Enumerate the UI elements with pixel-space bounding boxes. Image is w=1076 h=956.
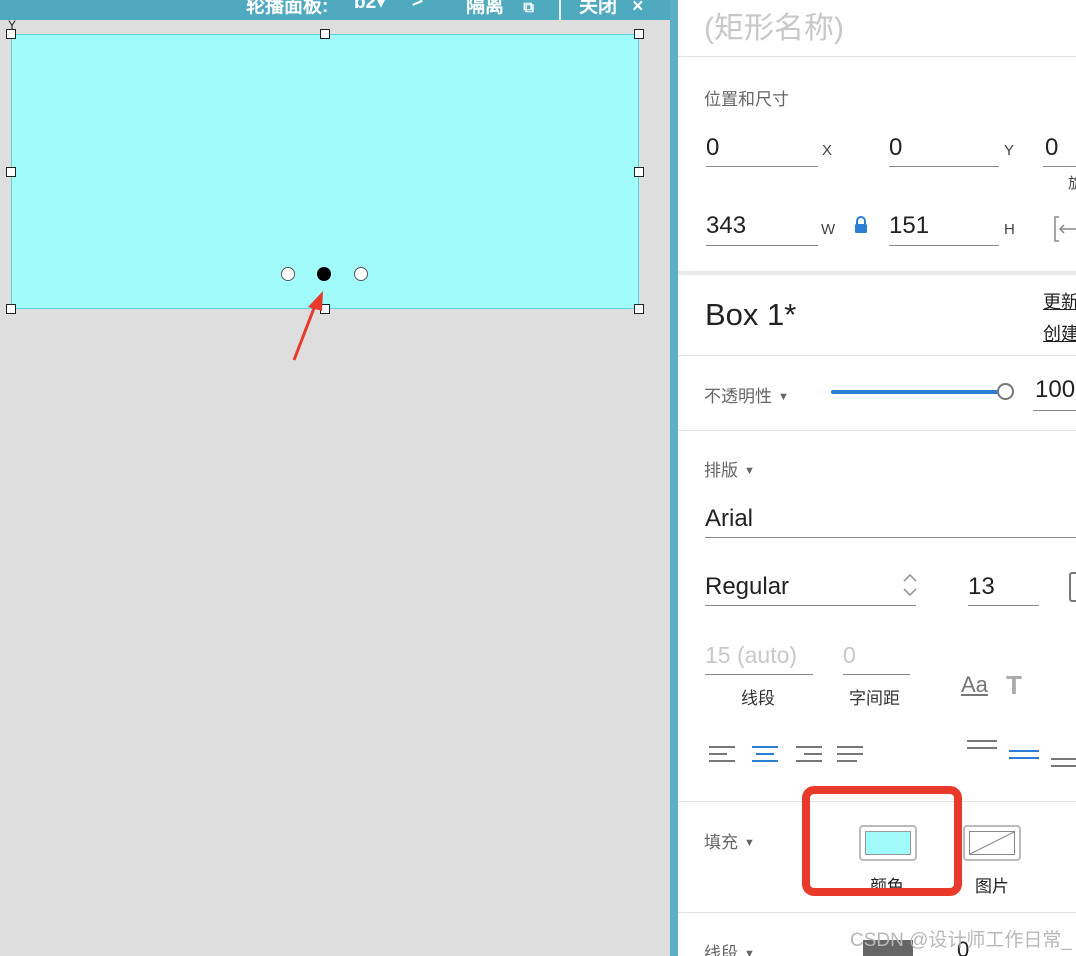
chevron-down-icon: ▾ xyxy=(376,0,386,13)
x-field[interactable]: 0 xyxy=(706,134,719,162)
align-justify-icon[interactable] xyxy=(837,746,863,766)
opacity-slider-thumb[interactable] xyxy=(997,383,1014,400)
border-label: 线段 xyxy=(704,944,738,956)
fill-image-label: 图片 xyxy=(975,877,1009,896)
y-field[interactable]: 0 xyxy=(889,134,902,162)
stepper-icon[interactable] xyxy=(902,571,918,599)
rotation-field-underline xyxy=(1043,166,1076,167)
pagination-dot[interactable] xyxy=(281,267,295,281)
close-button[interactable]: 关闭 × xyxy=(579,0,643,18)
x-field-underline xyxy=(706,166,818,167)
fill-image-swatch[interactable] xyxy=(963,825,1021,861)
panel-divider[interactable] xyxy=(670,0,678,956)
section-divider xyxy=(678,430,1076,431)
caret-down-icon: ▼ xyxy=(778,391,789,403)
image-placeholder-icon xyxy=(969,831,1015,855)
y-field-underline xyxy=(889,166,999,167)
letter-spacing-label: 字间距 xyxy=(849,689,900,708)
fit-to-content-icon[interactable] xyxy=(1054,216,1076,242)
height-field[interactable]: 151 xyxy=(889,212,929,240)
line-spacing-label: 线段 xyxy=(741,689,775,708)
border-dropdown[interactable]: 线段 ▼ xyxy=(704,939,755,956)
font-color-icon[interactable] xyxy=(1069,572,1076,602)
create-style-link[interactable]: 创建 xyxy=(1043,320,1076,346)
resize-handle-right[interactable] xyxy=(634,167,644,177)
align-bottom-icon[interactable] xyxy=(1051,758,1076,778)
width-field-underline xyxy=(706,245,818,246)
section-divider xyxy=(678,56,1076,57)
height-field-underline xyxy=(889,245,999,246)
annotation-highlight-box xyxy=(802,786,962,896)
typography-dropdown[interactable]: 排版 ▼ xyxy=(704,456,755,481)
resize-handle-bottom-left[interactable] xyxy=(6,304,16,314)
font-size-field[interactable]: 13 xyxy=(968,573,995,601)
external-link-icon: ⧉ xyxy=(523,0,535,16)
close-label: 关闭 xyxy=(579,0,618,17)
rotation-label: 旋 xyxy=(1068,175,1076,192)
typography-label: 排版 xyxy=(704,461,738,480)
resize-handle-top-left[interactable] xyxy=(6,29,16,39)
resize-handle-bottom-right[interactable] xyxy=(634,304,644,314)
align-middle-icon[interactable] xyxy=(1009,750,1039,770)
opacity-label: 不透明性 xyxy=(704,387,772,406)
line-spacing-underline xyxy=(705,674,813,675)
opacity-value-underline xyxy=(1033,410,1076,411)
width-field[interactable]: 343 xyxy=(706,212,746,240)
letter-spacing-underline xyxy=(843,674,910,675)
resize-handle-top[interactable] xyxy=(320,29,330,39)
font-weight-underline xyxy=(705,605,916,606)
x-label: X xyxy=(822,142,833,159)
align-top-icon[interactable] xyxy=(967,740,997,760)
pagination-dot-active[interactable] xyxy=(317,267,331,281)
isolate-label: 隔离 xyxy=(466,0,505,17)
letter-spacing-field[interactable]: 0 xyxy=(843,642,856,669)
height-label: H xyxy=(1004,221,1015,238)
section-divider xyxy=(678,912,1076,913)
state-dropdown[interactable]: b2▾ xyxy=(354,0,386,14)
opacity-slider-track[interactable] xyxy=(831,390,1007,394)
fill-dropdown[interactable]: 填充 ▼ xyxy=(704,828,755,853)
style-name[interactable]: Box 1* xyxy=(705,297,796,333)
align-left-icon[interactable] xyxy=(709,746,735,766)
opacity-dropdown[interactable]: 不透明性 ▼ xyxy=(704,382,789,407)
panel-label: 轮播面板: xyxy=(246,0,329,17)
caret-down-icon: ▼ xyxy=(744,465,755,477)
font-weight-select[interactable]: Regular xyxy=(705,573,789,601)
lock-icon[interactable] xyxy=(854,216,868,234)
align-right-icon[interactable] xyxy=(796,746,822,766)
width-label: W xyxy=(821,221,836,238)
pagination-dot[interactable] xyxy=(354,267,368,281)
canvas-area[interactable]: 轮播面板: b2▾ > 隔离 ⧉ 关闭 × Y xyxy=(0,0,670,956)
fill-label: 填充 xyxy=(704,833,738,852)
dynamic-panel-toolbar: 轮播面板: b2▾ > 隔离 ⧉ 关闭 × xyxy=(0,0,670,20)
font-size-underline xyxy=(968,605,1039,606)
opacity-value[interactable]: 100 xyxy=(1035,376,1075,404)
align-center-icon[interactable] xyxy=(752,746,778,766)
state-name: b2 xyxy=(354,0,377,13)
shape-name-input[interactable]: (矩形名称) xyxy=(704,3,844,47)
close-icon: × xyxy=(632,0,644,17)
resize-handle-top-right[interactable] xyxy=(634,29,644,39)
prev-next-arrow-icon[interactable]: > xyxy=(412,0,423,13)
font-family-underline xyxy=(705,537,1076,538)
caret-down-icon: ▼ xyxy=(744,948,755,956)
rotation-field[interactable]: 0 xyxy=(1045,134,1058,162)
annotation-arrow-icon xyxy=(292,291,323,361)
isolate-button[interactable]: 隔离 ⧉ xyxy=(466,0,534,18)
text-style-icon[interactable]: T xyxy=(1006,670,1022,701)
update-style-link[interactable]: 更新 xyxy=(1043,288,1076,314)
position-size-label: 位置和尺寸 xyxy=(704,90,789,109)
caret-down-icon: ▼ xyxy=(744,837,755,849)
section-divider xyxy=(678,271,1076,275)
toolbar-divider xyxy=(559,0,561,20)
y-label: Y xyxy=(1004,142,1015,159)
text-case-icon[interactable]: Aa xyxy=(961,672,988,698)
section-divider xyxy=(678,355,1076,356)
font-family-select[interactable]: Arial xyxy=(705,505,753,533)
resize-handle-left[interactable] xyxy=(6,167,16,177)
line-spacing-field[interactable]: 15 (auto) xyxy=(705,642,797,669)
watermark: CSDN @设计师工作日常_ xyxy=(850,930,1072,951)
